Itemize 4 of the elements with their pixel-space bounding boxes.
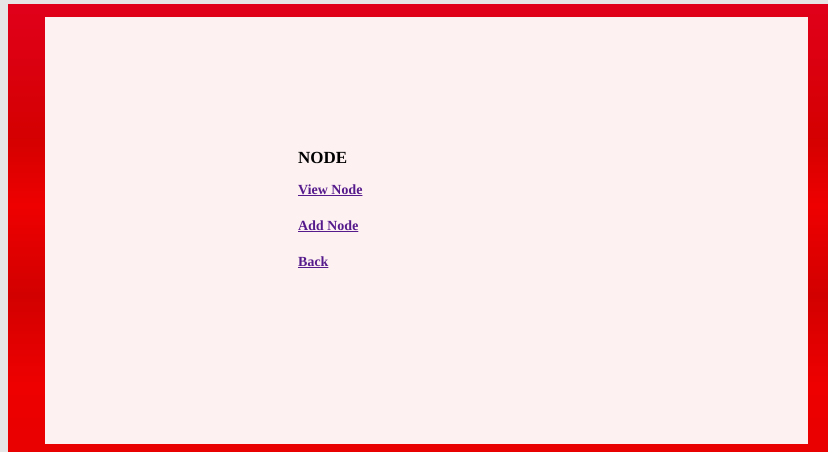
page-heading: NODE [298,148,348,168]
nav-link[interactable]: Add Node [298,218,358,236]
nav-link[interactable]: View Node [298,182,362,200]
nav-link[interactable]: Back [298,254,328,272]
